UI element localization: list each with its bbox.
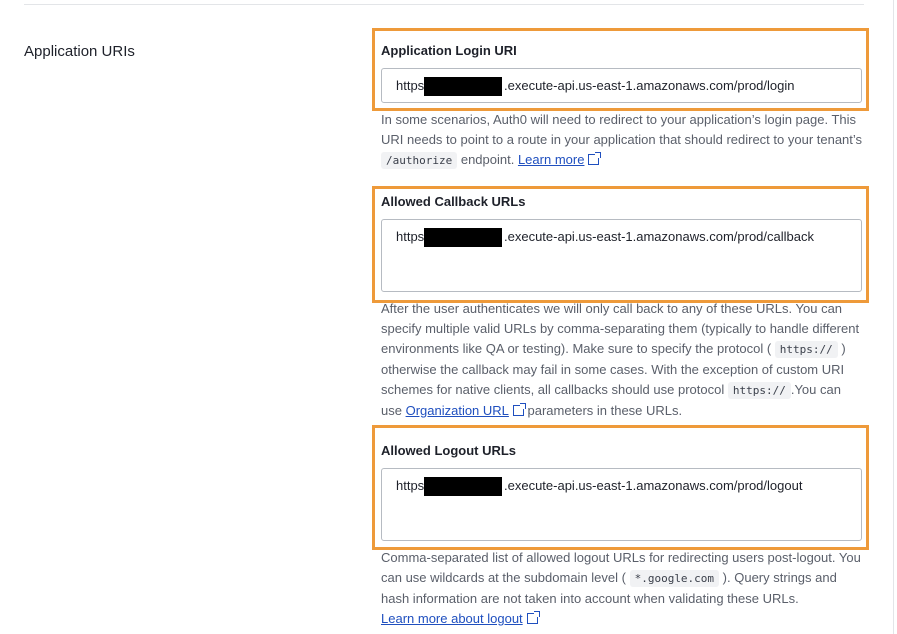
page-edge-divider bbox=[893, 0, 894, 634]
login-uri-input[interactable]: https .execute-api.us-east-1.amazonaws.c… bbox=[381, 68, 862, 103]
callback-value-prefix: https bbox=[396, 229, 425, 244]
external-link-icon bbox=[588, 152, 602, 165]
logout-urls-label: Allowed Logout URLs bbox=[381, 443, 517, 458]
section-title: Application URIs bbox=[24, 43, 135, 60]
protocol-code: https:// bbox=[727, 382, 791, 399]
callback-urls-textarea[interactable]: https .execute-api.us-east-1.amazonaws.c… bbox=[381, 219, 862, 292]
logout-value-suffix: .execute-api.us-east-1.amazonaws.com/pro… bbox=[504, 478, 803, 493]
external-link-icon bbox=[526, 611, 540, 624]
callback-urls-label: Allowed Callback URLs bbox=[381, 194, 526, 209]
login-uri-value-prefix: https bbox=[396, 78, 425, 93]
logout-value-prefix: https bbox=[396, 478, 425, 493]
callback-urls-help: After the user authenticates we will onl… bbox=[381, 301, 860, 418]
learn-more-logout-link[interactable]: Learn more about logout bbox=[381, 611, 523, 626]
callback-value-suffix: .execute-api.us-east-1.amazonaws.com/pro… bbox=[504, 229, 814, 244]
login-uri-label: Application Login URI bbox=[381, 43, 517, 58]
login-uri-help: In some scenarios, Auth0 will need to re… bbox=[381, 112, 863, 169]
authorize-code: /authorize bbox=[381, 152, 458, 169]
section-divider bbox=[24, 4, 864, 5]
login-uri-value-suffix: .execute-api.us-east-1.amazonaws.com/pro… bbox=[504, 78, 795, 93]
learn-more-link[interactable]: Learn more bbox=[518, 152, 584, 167]
redaction-block bbox=[424, 77, 502, 96]
redaction-block bbox=[424, 228, 502, 247]
organization-url-link[interactable]: Organization URL bbox=[406, 403, 509, 418]
external-link-icon bbox=[512, 403, 526, 416]
wildcard-code: *.google.com bbox=[629, 570, 720, 587]
redaction-block bbox=[424, 477, 502, 496]
logout-urls-textarea[interactable]: https .execute-api.us-east-1.amazonaws.c… bbox=[381, 468, 862, 541]
protocol-code: https:// bbox=[774, 341, 838, 358]
logout-urls-help: Comma-separated list of allowed logout U… bbox=[381, 550, 861, 626]
